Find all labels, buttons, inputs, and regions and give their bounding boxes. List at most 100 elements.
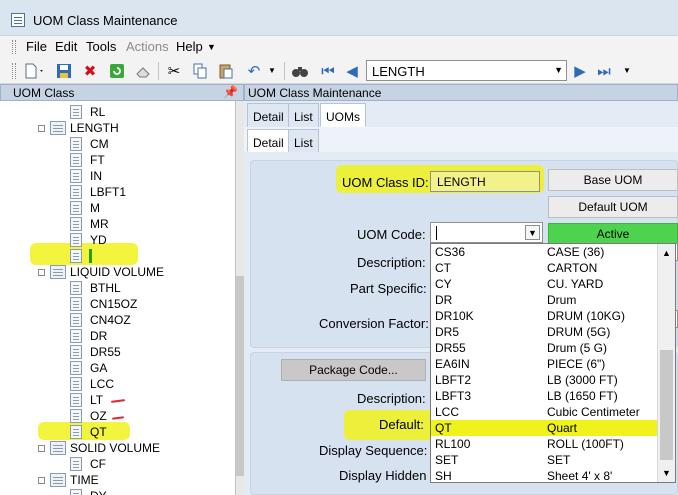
dropdown-option[interactable]: DR10K DRUM (10KG) [431, 308, 657, 324]
tree-expander-icon[interactable] [38, 445, 45, 452]
text-caret [436, 226, 437, 240]
dropdown-option[interactable]: DR Drum [431, 292, 657, 308]
previous-record-icon[interactable]: ◀ [342, 61, 362, 81]
cut-icon[interactable]: ✂ [164, 61, 184, 81]
annotation-mark [110, 399, 126, 403]
active-button[interactable]: Active [548, 223, 678, 245]
dropdown-option[interactable]: RL100 ROLL (100FT) [431, 436, 657, 452]
undo-dropdown-icon[interactable]: ▼ [262, 61, 282, 81]
menu-tools[interactable]: Tools [86, 39, 116, 54]
toolbar-grip[interactable] [12, 63, 16, 79]
display-sequence-label: Display Sequence: [319, 443, 428, 458]
tree-expander-icon[interactable] [38, 477, 45, 484]
refresh-icon[interactable] [107, 61, 127, 81]
chevron-down-icon[interactable]: ▼ [525, 225, 540, 240]
dropdown-scrollbar-thumb[interactable] [660, 350, 673, 460]
part-specific-label: Part Specific: [350, 281, 427, 296]
annotation-mark [111, 416, 125, 420]
uom-class-icon [50, 265, 66, 279]
base-uom-button[interactable]: Base UOM [548, 169, 678, 191]
uom-class-icon [50, 441, 66, 455]
default-uom-button[interactable]: Default UOM [548, 196, 678, 218]
paste-icon[interactable] [216, 61, 236, 81]
uom-icon [70, 105, 82, 119]
tree-item-new[interactable] [70, 248, 110, 264]
new-item-marker [89, 249, 92, 263]
toolbar-overflow-icon[interactable]: ▼ [617, 61, 637, 81]
subtab-detail[interactable]: Detail [247, 129, 290, 152]
description-label: Description: [357, 255, 426, 270]
uom-class-selector-value: LENGTH [372, 64, 425, 79]
uom-class-id-label: UOM Class ID: [342, 175, 429, 190]
delete-icon[interactable]: ✖ [80, 61, 100, 81]
uom-class-id-field[interactable]: LENGTH [430, 171, 540, 192]
uom-code-dropdown[interactable]: CS36 CASE (36) CT CARTON CY CU. YARD DR … [430, 243, 676, 483]
dropdown-option-highlighted[interactable]: QT Quart [431, 420, 657, 436]
tree-expander-icon[interactable] [38, 269, 45, 276]
uom-icon [70, 297, 82, 311]
dropdown-option[interactable]: CS36 CASE (36) [431, 244, 657, 260]
dropdown-option[interactable]: SET SET [431, 452, 657, 468]
menu-grip[interactable] [12, 40, 16, 54]
uom-icon [70, 185, 82, 199]
dropdown-option[interactable]: LBFT3 LB (1650 FT) [431, 388, 657, 404]
dropdown-option[interactable]: DR5 DRUM (5G) [431, 324, 657, 340]
subtab-list[interactable]: List [288, 129, 319, 152]
uom-icon [70, 249, 82, 263]
uom-icon [70, 313, 82, 327]
dropdown-option[interactable]: LBFT2 LB (3000 FT) [431, 372, 657, 388]
tab-detail[interactable]: Detail [247, 103, 290, 127]
eraser-icon[interactable] [133, 61, 153, 81]
uom-code-label: UOM Code: [357, 227, 426, 242]
tab-uoms[interactable]: UOMs [320, 103, 366, 127]
dropdown-option[interactable]: CY CU. YARD [431, 276, 657, 292]
uom-class-icon [50, 473, 66, 487]
uom-class-id-value: LENGTH [437, 175, 486, 189]
dropdown-option[interactable]: SH Sheet 4' x 8' [431, 468, 657, 482]
package-description-label: Description: [357, 391, 426, 406]
uom-icon [70, 361, 82, 375]
uom-icon [70, 153, 82, 167]
uom-code-input[interactable]: ▼ [430, 222, 543, 243]
uom-icon [70, 425, 82, 439]
uom-icon [70, 233, 82, 247]
menu-file[interactable]: File [26, 39, 47, 54]
new-document-icon[interactable] [22, 61, 48, 81]
uom-icon [70, 217, 82, 231]
uom-class-selector[interactable]: LENGTH ▼ [366, 60, 567, 81]
pin-icon[interactable]: 📌 [223, 85, 238, 99]
first-record-icon[interactable]: ⏮ [318, 61, 338, 81]
sub-tab-strip: Detail List [244, 127, 678, 152]
binoculars-icon[interactable] [290, 61, 310, 81]
uom-class-maintenance-title: UOM Class Maintenance [248, 86, 382, 100]
last-record-icon[interactable]: ⏭ [594, 61, 614, 81]
undo-icon[interactable]: ↶ [244, 61, 264, 81]
uom-icon [70, 329, 82, 343]
uom-icon [70, 281, 82, 295]
next-record-icon[interactable]: ▶ [570, 61, 590, 81]
dropdown-option[interactable]: EA6IN PIECE (6") [431, 356, 657, 372]
menu-overflow-icon[interactable]: ▼ [207, 42, 216, 52]
tree-scrollbar[interactable] [236, 101, 244, 495]
toolbar-separator [158, 62, 159, 80]
tab-list[interactable]: List [288, 103, 319, 127]
save-icon[interactable] [54, 61, 74, 81]
package-code-button[interactable]: Package Code... [281, 359, 426, 381]
highlight-mark [38, 422, 130, 440]
copy-icon[interactable] [190, 61, 210, 81]
menu-actions[interactable]: Actions [126, 39, 169, 54]
chevron-down-icon[interactable]: ▼ [554, 65, 563, 75]
menu-edit[interactable]: Edit [55, 39, 77, 54]
dropdown-option[interactable]: DR55 Drum (5 G) [431, 340, 657, 356]
menu-help[interactable]: Help [176, 39, 203, 54]
dropdown-option[interactable]: CT CARTON [431, 260, 657, 276]
dropdown-scrollbar[interactable]: ▲ ▼ [657, 244, 675, 482]
scroll-down-icon[interactable]: ▼ [662, 468, 671, 478]
uom-icon [70, 409, 82, 423]
tree-expander-icon[interactable] [38, 125, 45, 132]
scroll-up-icon[interactable]: ▲ [662, 248, 671, 258]
app-icon [11, 13, 25, 27]
dropdown-option[interactable]: LCC Cubic Centimeter [431, 404, 657, 420]
uom-class-icon [50, 121, 66, 135]
tree-scrollbar-thumb[interactable] [236, 276, 244, 476]
